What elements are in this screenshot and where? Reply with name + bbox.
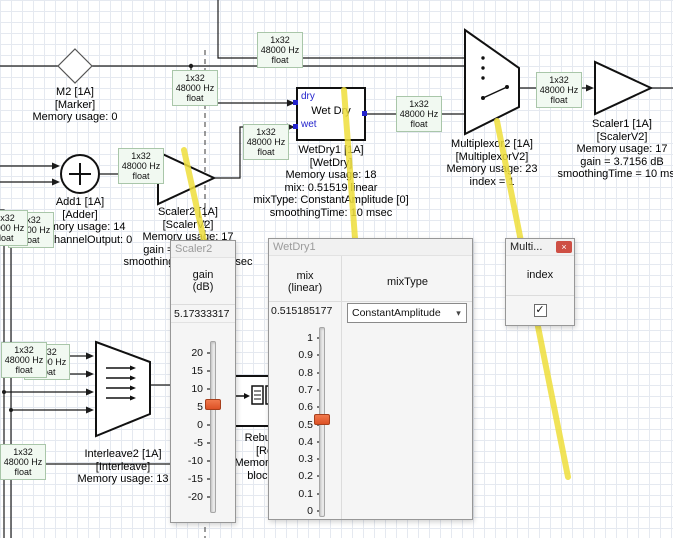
mix-slider-thumb[interactable]: [314, 414, 330, 425]
caption-line: smoothingTime: 10 msec: [234, 207, 428, 220]
caption-line: [ScalerV2]: [552, 131, 673, 144]
caption-line: Multiplexor2 [1A]: [422, 138, 562, 151]
caption-line: smoothingTime = 10 msec: [552, 168, 673, 181]
wire-type-label: 1x3248000 Hzfloat: [0, 444, 46, 480]
caption-line: M2 [1A]: [15, 86, 135, 99]
block-scaler1-shape[interactable]: [595, 62, 651, 114]
tick-label: -20: [173, 491, 203, 503]
column-divider: [341, 256, 342, 519]
param-name: mix: [269, 270, 341, 282]
tick-label: 0.3: [275, 453, 313, 465]
wire-type-label: 1x3248000 Hzfloat: [172, 70, 218, 106]
tick-label: -10: [173, 455, 203, 467]
caption-m2: M2 [1A] [Marker] Memory usage: 0: [15, 86, 135, 124]
panel-title-bar[interactable]: Scaler2: [171, 241, 235, 258]
tick-label: 0.1: [275, 488, 313, 500]
caption-line: Memory usage: 23: [422, 163, 562, 176]
chevron-down-icon: ▾: [451, 308, 466, 319]
tick-label: 0.7: [275, 384, 313, 396]
caption-line: Scaler1 [1A]: [552, 118, 673, 131]
gain-slider-track[interactable]: [210, 341, 216, 513]
panel-title-bar[interactable]: Multi... ×: [506, 239, 574, 256]
panel-wetdry1[interactable]: WetDry1 mix (linear) mixType 0.515185177…: [268, 238, 473, 520]
tick-label: 15: [173, 365, 203, 377]
wire-type-label: 1x3248000 Hzfloat: [396, 96, 442, 132]
tick-label: 5: [173, 401, 203, 413]
wetdry-block-label: Wet Dry: [297, 105, 365, 117]
block-scaler2-shape[interactable]: [158, 152, 214, 204]
caption-line: Memory usage: 17: [552, 143, 673, 156]
wire-type-label: 1x3248000 Hzfloat: [536, 72, 582, 108]
index-checkbox[interactable]: ✓: [534, 304, 547, 317]
caption-line: gain = 3.7156 dB: [552, 156, 673, 169]
tick-label: -5: [173, 437, 203, 449]
wire: [0, 220, 11, 538]
block-interleave2-shape[interactable]: [96, 342, 150, 436]
mix-value: 0.515185177: [271, 305, 332, 317]
mixtype-dropdown[interactable]: ConstantAmplitude ▾: [347, 303, 467, 323]
wire-type-label: 1x3248000 Hzfloat: [257, 32, 303, 68]
caption-line: [MultiplexorV2]: [422, 151, 562, 164]
tick-label: 0.2: [275, 470, 313, 482]
tick-label: 0.6: [275, 401, 313, 413]
wire: [218, 0, 464, 58]
caption-multiplexor2: Multiplexor2 [1A] [MultiplexorV2] Memory…: [422, 138, 562, 188]
tick-label: 0.8: [275, 367, 313, 379]
panel-title: Multi...: [510, 241, 542, 253]
caption-line: [ScalerV2]: [121, 219, 255, 232]
tick-label: 0: [173, 419, 203, 431]
gain-value: 5.17333317: [171, 305, 235, 323]
tick-label: -15: [173, 473, 203, 485]
panel-title-bar[interactable]: WetDry1: [269, 239, 472, 256]
wetdry-wet-pin-label: wet: [301, 120, 317, 130]
block-m2-marker-shape[interactable]: [58, 49, 92, 83]
param-unit: (linear): [269, 282, 341, 294]
wire-type-label: 1x3248000 Hzfloat: [243, 124, 289, 160]
panel-scaler2[interactable]: Scaler2 gain (dB) 5.17333317 20 15 10 5 …: [170, 240, 236, 523]
tick-label: 0: [275, 505, 313, 517]
caption-line: Memory usage: 0: [15, 111, 135, 124]
param-name: gain: [171, 269, 235, 281]
tick-label: 0.4: [275, 436, 313, 448]
block-add1-shape[interactable]: [61, 155, 99, 193]
gain-slider-thumb[interactable]: [205, 399, 221, 410]
param-header: mix (linear): [269, 256, 341, 294]
close-button[interactable]: ×: [556, 241, 572, 253]
tick-label: 10: [173, 383, 203, 395]
wire-type-label: 1x3248000 Hzfloat: [0, 210, 28, 246]
tick-label: 1: [275, 332, 313, 344]
wetdry-dry-pin-label: dry: [301, 92, 315, 102]
caption-line: Memory usage: 18: [234, 169, 428, 182]
tick-label: 20: [173, 347, 203, 359]
header-divider: [269, 301, 472, 302]
param-header: index: [506, 256, 574, 296]
pin: [293, 124, 298, 129]
caption-line: [Marker]: [15, 99, 135, 112]
mixtype-selected-option: ConstantAmplitude: [348, 307, 451, 319]
tick-label: 0.5: [275, 419, 313, 431]
wire-type-label: 1x3248000 Hzfloat: [1, 342, 47, 378]
param-unit: (dB): [171, 281, 235, 293]
tick-label: 0.9: [275, 349, 313, 361]
param-header: mixType: [342, 256, 473, 288]
wire-type-label: 1x3248000 Hzfloat: [118, 148, 164, 184]
awe-canvas: M2 [1A] [Marker] Memory usage: 0 Add1 [1…: [0, 0, 673, 538]
caption-line: index = 1: [422, 176, 562, 189]
close-icon: ×: [561, 242, 566, 252]
index-cell: ✓: [506, 296, 574, 325]
caption-line: mix: 0.51519 linear: [234, 182, 428, 195]
panel-multiplexor2[interactable]: Multi... × index ✓: [505, 238, 575, 326]
check-icon: ✓: [535, 305, 546, 316]
param-header: gain (dB): [171, 258, 235, 305]
param-name: index: [506, 269, 574, 281]
caption-line: mixType: ConstantAmplitude [0]: [234, 194, 428, 207]
block-multiplexor2-shape[interactable]: [465, 30, 519, 134]
caption-scaler1: Scaler1 [1A] [ScalerV2] Memory usage: 17…: [552, 118, 673, 181]
